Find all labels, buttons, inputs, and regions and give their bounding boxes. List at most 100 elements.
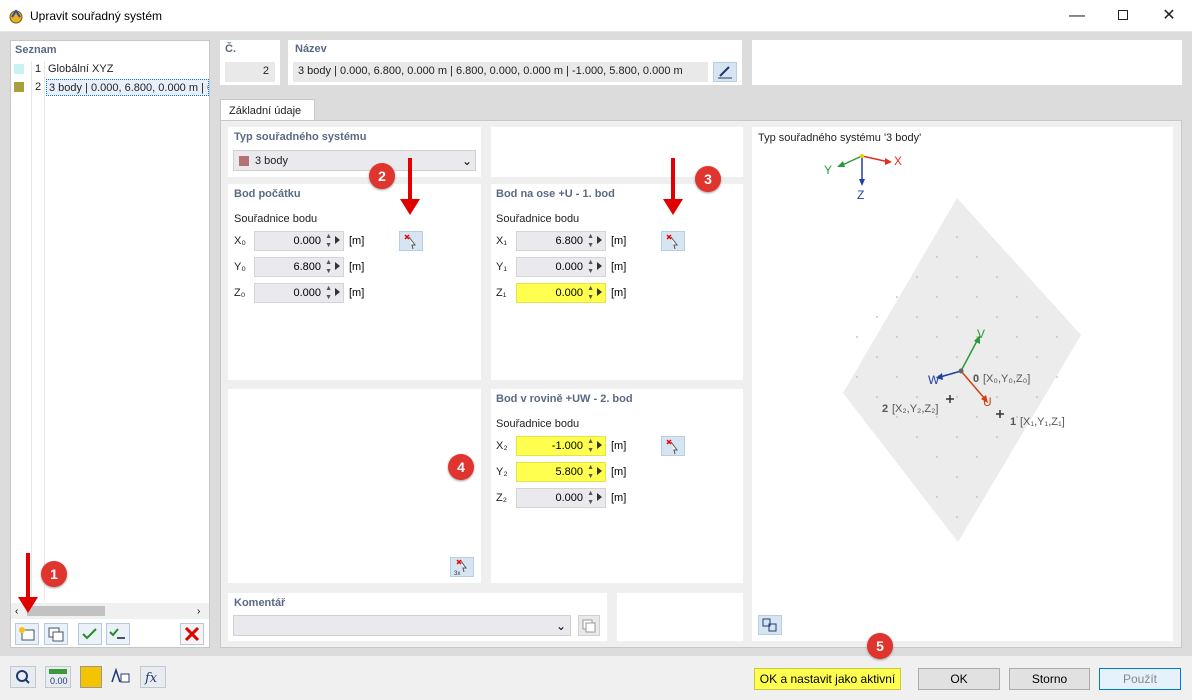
x1-unit: [m] <box>611 235 627 247</box>
preview-panel: Typ souřadného systému '3 body' X Y Z V … <box>752 127 1173 641</box>
list-item-selected[interactable]: 2 3 body | 0.000, 6.800, 0.000 m | 6 <box>11 79 209 96</box>
menu-arrow-icon[interactable] <box>597 262 602 270</box>
spin-icon[interactable]: ▲ ▼ <box>587 463 594 481</box>
pick-point2-button[interactable] <box>661 436 685 456</box>
spin-icon[interactable]: ▲ ▼ <box>587 284 594 302</box>
scroll-right-icon[interactable]: › <box>197 606 200 617</box>
ok-button[interactable]: OK <box>918 668 1000 690</box>
z0-input[interactable]: 0.000 ▲ ▼ <box>254 283 344 303</box>
scrollbar-thumb[interactable] <box>27 606 105 616</box>
edit-name-button[interactable] <box>713 62 737 82</box>
menu-arrow-icon[interactable] <box>597 236 602 244</box>
cancel-button[interactable]: Storno <box>1009 668 1090 690</box>
svg-text:3x: 3x <box>454 571 460 576</box>
pick-point-icon <box>666 439 678 455</box>
annotation-arrow <box>408 158 412 200</box>
comment-section: Komentář ⌄ <box>228 593 607 641</box>
pick-point1-button[interactable] <box>661 231 685 251</box>
spin-icon[interactable]: ▲ ▼ <box>587 258 594 276</box>
horizontal-scrollbar[interactable]: ‹ › <box>11 603 209 619</box>
function-button[interactable]: fx <box>140 666 166 688</box>
spin-icon[interactable]: ▲ ▼ <box>325 258 332 276</box>
search-icon <box>16 670 30 684</box>
tab-basic-data[interactable]: Základní údaje <box>220 99 315 121</box>
check-selected-button[interactable] <box>106 623 130 645</box>
minimize-button[interactable]: — <box>1054 0 1100 32</box>
z1-label: Z₁ <box>496 287 507 299</box>
number-field: 2 <box>225 62 275 82</box>
window-title: Upravit souřadný systém <box>30 9 163 23</box>
annotation-arrow-head <box>663 199 683 215</box>
delete-item-button[interactable] <box>180 623 204 645</box>
type-swatch <box>239 156 249 166</box>
tab-label: Základní údaje <box>229 105 302 117</box>
spin-icon[interactable]: ▲ ▼ <box>587 232 594 250</box>
apply-button[interactable]: Použít <box>1099 668 1181 690</box>
type-dropdown[interactable]: 3 body ⌄ <box>233 150 476 171</box>
z2-value: 0.000 <box>555 492 583 504</box>
spin-icon[interactable]: ▲ ▼ <box>587 489 594 507</box>
menu-arrow-icon[interactable] <box>597 441 602 449</box>
menu-arrow-icon[interactable] <box>597 493 602 501</box>
edit-icon <box>718 66 732 79</box>
origin-section: Bod počátku Souřadnice bodu X₀ 0.000 ▲ ▼ [… <box>228 184 481 380</box>
menu-arrow-icon[interactable] <box>597 288 602 296</box>
x0-label: X₀ <box>234 235 246 247</box>
list-divider <box>31 61 32 601</box>
z0-label: Z₀ <box>234 287 246 299</box>
point0-label: [X₀,Y₀,Z₀] <box>983 373 1030 385</box>
search-button[interactable] <box>10 666 36 688</box>
list-header: Seznam <box>15 44 57 56</box>
list-item-number: 2 <box>35 81 42 93</box>
z2-label: Z₂ <box>496 492 507 504</box>
maximize-button[interactable] <box>1100 0 1146 32</box>
check-all-button[interactable] <box>78 623 102 645</box>
menu-arrow-icon[interactable] <box>335 288 340 296</box>
menu-arrow-icon[interactable] <box>597 467 602 475</box>
close-window-button[interactable]: ✕ <box>1146 0 1192 32</box>
x-axis-label: X <box>894 154 902 168</box>
w-axis-label: W <box>928 373 940 387</box>
z2-input[interactable]: 0.000 ▲ ▼ <box>516 488 606 508</box>
y1-input[interactable]: 0.000 ▲ ▼ <box>516 257 606 277</box>
new-icon <box>19 627 35 641</box>
z1-input[interactable]: 0.000 ▲ ▼ <box>516 283 606 303</box>
units-button[interactable]: 0.00 <box>45 666 71 688</box>
annotation-badge: 2 <box>369 163 395 189</box>
ok-set-active-button[interactable]: OK a nastavit jako aktivní <box>754 668 901 690</box>
spin-icon[interactable]: ▲ ▼ <box>325 284 332 302</box>
color-swatch <box>14 64 24 74</box>
name-panel: Název 3 body | 0.000, 6.800, 0.000 m | 6… <box>288 40 742 85</box>
v-axis-label: V <box>977 327 985 341</box>
x0-input[interactable]: 0.000 ▲ ▼ <box>254 231 344 251</box>
color-button[interactable] <box>80 666 102 688</box>
point2-label: [X₂,Y₂,Z₂] <box>892 403 938 415</box>
type-section: Typ souřadného systému 3 body ⌄ <box>228 127 481 177</box>
annotation-arrow-head <box>18 597 38 613</box>
list-item[interactable]: 1 Globální XYZ <box>11 61 209 78</box>
y2-input[interactable]: 5.800 ▲ ▼ <box>516 462 606 482</box>
settings-button[interactable] <box>108 666 134 688</box>
copy-item-button[interactable] <box>44 623 68 645</box>
menu-arrow-icon[interactable] <box>335 262 340 270</box>
name-field[interactable]: 3 body | 0.000, 6.800, 0.000 m | 6.800, … <box>293 62 708 82</box>
spin-icon[interactable]: ▲ ▼ <box>587 437 594 455</box>
comment-dropdown[interactable]: ⌄ <box>233 615 571 636</box>
comment-library-button[interactable] <box>578 615 600 636</box>
point2-title: Bod v rovině +UW - 2. bod <box>496 393 633 405</box>
pick-three-points-button[interactable]: 3x <box>450 557 474 577</box>
x2-input[interactable]: -1.000 ▲ ▼ <box>516 436 606 456</box>
new-item-button[interactable] <box>15 623 39 645</box>
view-icon <box>762 618 777 632</box>
x1-value: 6.800 <box>555 235 583 247</box>
pick-point-icon <box>404 234 416 250</box>
y0-input[interactable]: 6.800 ▲ ▼ <box>254 257 344 277</box>
preview-toggle-button[interactable] <box>758 615 782 635</box>
annotation-badge: 3 <box>695 166 721 192</box>
pick-origin-button[interactable] <box>399 231 423 251</box>
y2-unit: [m] <box>611 466 627 478</box>
menu-arrow-icon[interactable] <box>335 236 340 244</box>
x0-value: 0.000 <box>293 235 321 247</box>
x1-input[interactable]: 6.800 ▲ ▼ <box>516 231 606 251</box>
spin-icon[interactable]: ▲ ▼ <box>325 232 332 250</box>
